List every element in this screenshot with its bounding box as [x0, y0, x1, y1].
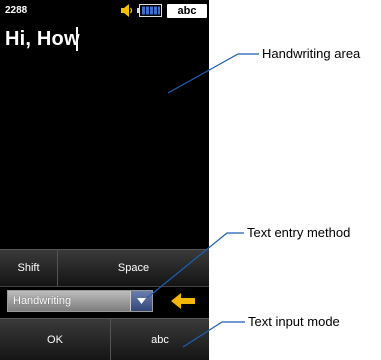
arrow-left-icon[interactable]: [171, 292, 196, 310]
entry-method-select[interactable]: Handwriting: [7, 290, 153, 312]
chevron-down-icon: [137, 298, 146, 304]
phone-screen: 2288 abc Hi, How Shift Space Handwriting: [0, 0, 209, 360]
input-mode-key[interactable]: abc: [111, 319, 209, 360]
keyboard-row-3: OK abc: [0, 318, 209, 360]
handwriting-area[interactable]: [0, 22, 209, 248]
speaker-icon: [121, 4, 133, 17]
entry-method-value: Handwriting: [13, 295, 72, 307]
status-time: 2288: [5, 5, 28, 16]
entered-text: Hi, How: [5, 28, 80, 50]
battery-icon: [137, 4, 162, 17]
shift-key[interactable]: Shift: [0, 250, 57, 286]
input-mode-indicator: abc: [167, 4, 207, 18]
status-bar: 2288 abc: [0, 0, 209, 22]
ok-key[interactable]: OK: [0, 319, 110, 360]
text-cursor: [76, 27, 78, 51]
dropdown-button[interactable]: [130, 291, 152, 311]
callout-text-input-mode: Text input mode: [248, 314, 340, 329]
keyboard-row-1: Shift Space: [0, 249, 209, 286]
callout-text-entry-method: Text entry method: [247, 225, 351, 240]
callout-handwriting-area: Handwriting area: [262, 46, 361, 61]
space-key[interactable]: Space: [58, 250, 209, 286]
